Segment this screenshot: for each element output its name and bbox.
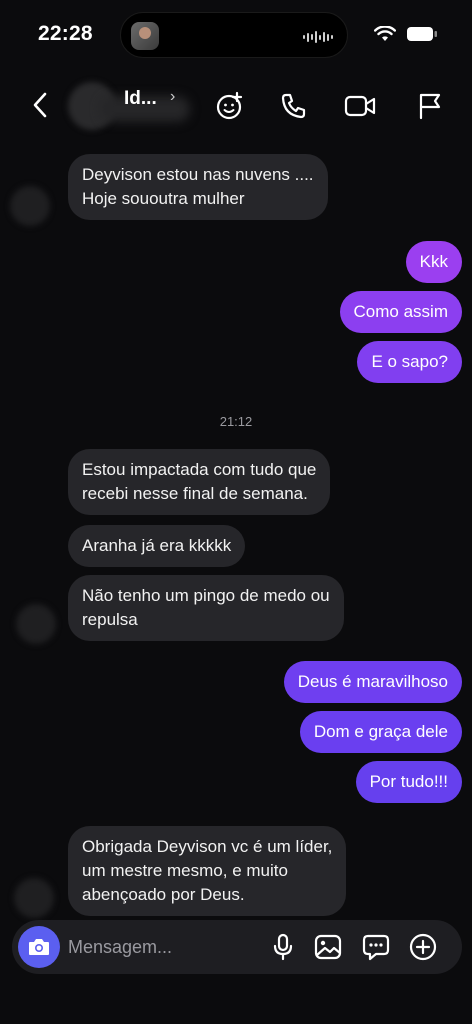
gallery-icon[interactable] xyxy=(313,932,343,962)
message-bubble-outgoing[interactable]: Por tudo!!! xyxy=(355,761,462,803)
message-bubble-outgoing[interactable]: Dom e graça dele xyxy=(299,711,462,753)
sender-avatar xyxy=(14,878,54,918)
back-button[interactable] xyxy=(26,88,54,122)
message-bubble-incoming[interactable]: Estou impactada com tudo que recebi ness… xyxy=(68,449,331,515)
dynamic-island[interactable] xyxy=(120,12,348,58)
audio-wave-icon xyxy=(303,31,333,43)
chat-bubble-icon[interactable] xyxy=(361,932,391,962)
camera-icon xyxy=(29,939,49,955)
message-bubble-outgoing[interactable]: Deus é maravilhoso xyxy=(283,661,462,703)
message-composer xyxy=(12,920,462,974)
battery-icon xyxy=(407,27,437,41)
sticker-smile-icon[interactable] xyxy=(214,90,246,122)
message-bubble-outgoing[interactable]: Como assim xyxy=(339,291,462,333)
message-bubble-outgoing[interactable]: E o sapo? xyxy=(357,341,462,383)
timestamp: 21:12 xyxy=(219,414,253,429)
chevron-left-icon xyxy=(33,92,47,118)
chat-header: Id... › xyxy=(0,74,472,136)
contact-name[interactable]: Id... xyxy=(124,88,157,110)
plus-circle-icon[interactable] xyxy=(408,932,438,962)
now-playing-artwork xyxy=(131,22,159,50)
phone-icon[interactable] xyxy=(278,90,310,122)
flag-icon[interactable] xyxy=(414,90,446,122)
message-input[interactable] xyxy=(68,934,258,960)
message-bubble-incoming[interactable]: Não tenho um pingo de medo ou repulsa xyxy=(68,575,344,641)
message-bubble-outgoing[interactable]: Kkk xyxy=(405,241,462,283)
status-time: 22:28 xyxy=(38,22,93,45)
chevron-right-icon[interactable]: › xyxy=(170,88,175,106)
wifi-icon xyxy=(374,26,396,41)
status-bar: 22:28 xyxy=(0,0,472,70)
microphone-icon[interactable] xyxy=(268,932,298,962)
video-icon[interactable] xyxy=(344,90,376,122)
message-bubble-incoming[interactable]: Aranha já era kkkkk xyxy=(68,525,246,567)
sender-avatar xyxy=(10,186,50,226)
sender-avatar xyxy=(16,604,56,644)
camera-button[interactable] xyxy=(18,926,60,968)
message-bubble-incoming[interactable]: Obrigada Deyvison vc é um líder, um mest… xyxy=(68,826,347,916)
message-bubble-incoming[interactable]: Deyvison estou nas nuvens .... Hoje souo… xyxy=(68,154,328,220)
